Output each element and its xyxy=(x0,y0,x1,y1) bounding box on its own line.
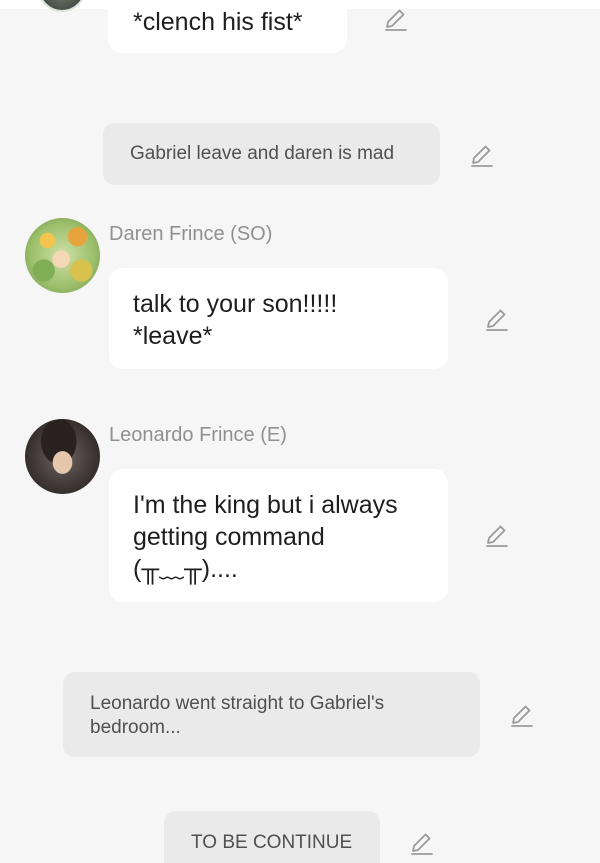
message-bubble[interactable]: I'm the king but i always getting comman… xyxy=(109,469,448,602)
avatar-leonardo[interactable] xyxy=(25,419,100,494)
sender-name: Leonardo Frince (E) xyxy=(109,424,287,446)
narration-text-line: Leonardo went straight to Gabriel's xyxy=(90,693,385,714)
edit-icon[interactable] xyxy=(469,142,495,168)
message-text-line: I'm the king but i always xyxy=(133,491,398,519)
edit-icon[interactable] xyxy=(509,702,535,728)
edit-icon[interactable] xyxy=(484,522,510,548)
message-text: *clench his fist* xyxy=(133,8,303,36)
avatar-daren[interactable] xyxy=(25,218,100,293)
message-bubble[interactable]: talk to your son!!!!! *leave* xyxy=(109,268,448,369)
narration-text-line: bedroom... xyxy=(90,717,181,738)
message-text-line: (╥﹏╥).... xyxy=(133,555,238,583)
sender-name: Daren Frince (SO) xyxy=(109,223,273,245)
edit-icon[interactable] xyxy=(409,830,435,856)
message-text-line: getting command xyxy=(133,523,325,551)
message-text-line: *leave* xyxy=(133,322,213,350)
narration-bubble[interactable]: Gabriel leave and daren is mad xyxy=(103,123,440,185)
narration-text: TO BE CONTINUE xyxy=(191,832,353,853)
message-bubble[interactable]: *clench his fist* xyxy=(108,0,347,53)
narration-bubble[interactable]: Leonardo went straight to Gabriel's bedr… xyxy=(63,672,480,757)
edit-icon[interactable] xyxy=(484,306,510,332)
message-text-line: talk to your son!!!!! xyxy=(133,290,338,318)
narration-bubble[interactable]: TO BE CONTINUE xyxy=(164,811,380,863)
edit-icon[interactable] xyxy=(383,6,409,32)
narration-text: Gabriel leave and daren is mad xyxy=(130,143,395,164)
